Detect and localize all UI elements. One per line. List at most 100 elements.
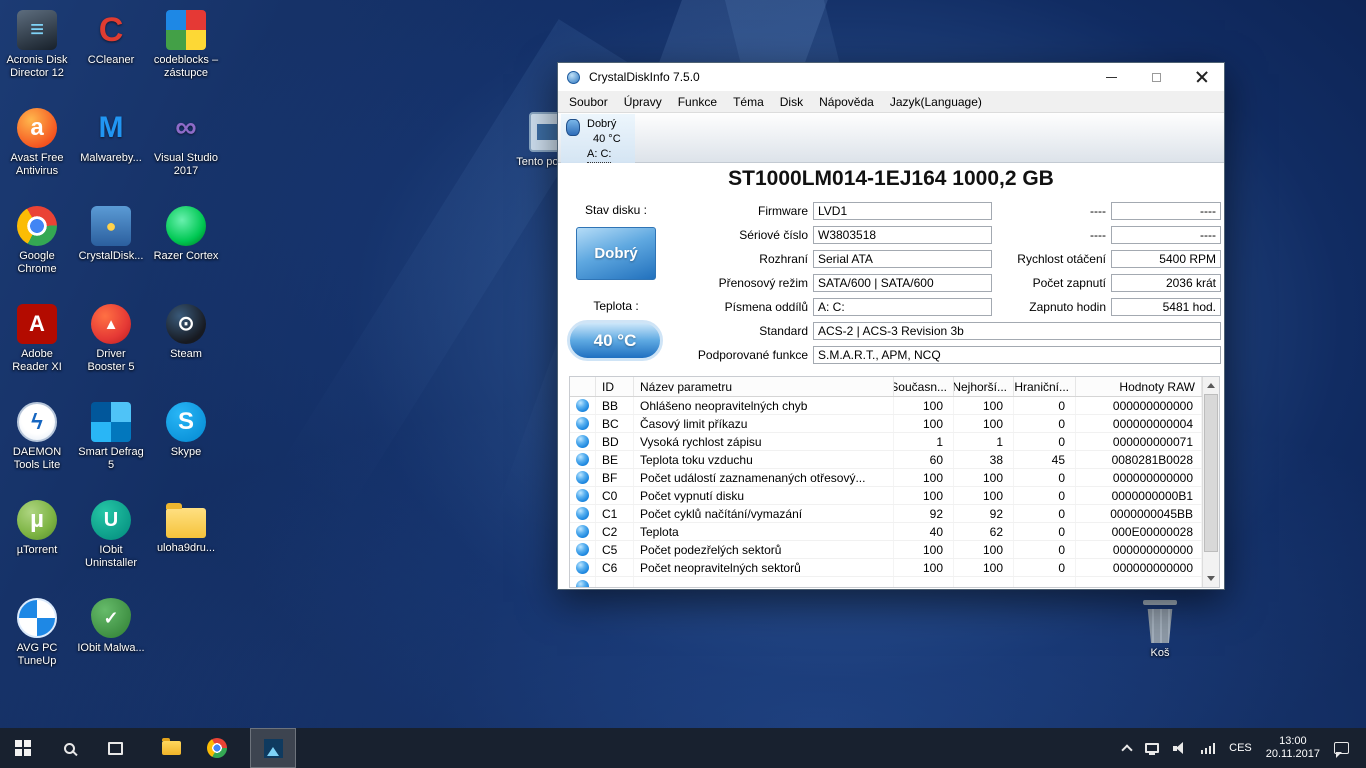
icon-acronis-disk-director[interactable]: ≡ Acronis Disk Director 12 (0, 4, 74, 102)
smart-table-row[interactable]: C0 Počet vypnutí disku 100 100 0 0000000… (570, 487, 1202, 505)
icon-codeblocks[interactable]: codeblocks – zástupce (149, 4, 223, 102)
header-worst[interactable]: Nejhorší... (954, 377, 1014, 396)
maximize-button[interactable] (1134, 63, 1179, 91)
vertical-scrollbar[interactable] (1202, 377, 1219, 587)
smart-table-row[interactable]: BE Teplota toku vzduchu 60 38 45 0080281… (570, 451, 1202, 469)
active-app-button[interactable] (250, 728, 296, 768)
cell-worst: 100 (954, 487, 1014, 504)
health-status-dot (576, 543, 589, 556)
icon-skype[interactable]: S Skype (149, 396, 223, 494)
field-label: Zapnuto hodin (992, 300, 1111, 314)
task-view-button[interactable] (92, 728, 138, 768)
smart-table-row[interactable]: C2 Teplota 40 62 0 000E00000028 (570, 523, 1202, 541)
scroll-down-button[interactable] (1203, 570, 1219, 587)
icon-malwarebytes[interactable]: M Malwareby... (74, 102, 148, 200)
smart-table-row[interactable]: C6 Počet neopravitelných sektorů 100 100… (570, 559, 1202, 577)
header-param[interactable]: Název parametru (634, 377, 894, 396)
smart-table-row[interactable]: BD Vysoká rychlost zápisu 1 1 0 00000000… (570, 433, 1202, 451)
drive-letters: A: C: (587, 147, 611, 163)
app-icon (91, 402, 131, 442)
cell-raw: 000000000071 (1076, 433, 1202, 450)
smart-table-row-partial (570, 577, 1202, 588)
health-status-dot (576, 561, 589, 574)
icon-avg-pc-tuneup[interactable]: AVG PC TuneUp (0, 592, 74, 690)
smart-table-row[interactable]: BF Počet událostí zaznamenaných otřesový… (570, 469, 1202, 487)
menu-napoveda[interactable]: Nápověda (811, 91, 882, 112)
language-indicator[interactable]: CES (1222, 728, 1259, 768)
chevron-up-icon (1121, 744, 1132, 755)
field-label: ---- (992, 204, 1111, 218)
menu-disk[interactable]: Disk (772, 91, 811, 112)
cell-param: Počet cyklů načítání/vymazání (634, 505, 894, 522)
desktop-icon-label: Visual Studio 2017 (149, 152, 223, 178)
scroll-up-button[interactable] (1203, 377, 1219, 394)
menu-upravy[interactable]: Úpravy (616, 91, 670, 112)
cell-current: 100 (894, 541, 954, 558)
smart-table-row[interactable]: C1 Počet cyklů načítání/vymazání 92 92 0… (570, 505, 1202, 523)
cell-worst: 100 (954, 469, 1014, 486)
app-icon (166, 508, 206, 538)
icon-visual-studio-2017[interactable]: ∞ Visual Studio 2017 (149, 102, 223, 200)
health-status-dot (576, 507, 589, 520)
icon-driver-booster-5[interactable]: ▲ Driver Booster 5 (74, 298, 148, 396)
smart-table-row[interactable]: C5 Počet podezřelých sektorů 100 100 0 0… (570, 541, 1202, 559)
icon-razer-cortex[interactable]: Razer Cortex (149, 200, 223, 298)
menu-soubor[interactable]: Soubor (561, 91, 616, 112)
scrollbar-thumb[interactable] (1204, 394, 1218, 552)
search-button[interactable] (46, 728, 92, 768)
title-bar[interactable]: CrystalDiskInfo 7.5.0 (558, 63, 1224, 91)
menu-jazyk[interactable]: Jazyk(Language) (882, 91, 990, 112)
icon-iobit-uninstaller[interactable]: U IObit Uninstaller (74, 494, 148, 592)
cell-worst: 100 (954, 559, 1014, 576)
file-explorer-button[interactable] (148, 728, 194, 768)
tray-expand-button[interactable] (1116, 728, 1138, 768)
icon-iobit-malware-fighter[interactable]: ✓ IObit Malwa... (74, 592, 148, 690)
menu-bar: Soubor Úpravy Funkce Téma Disk Nápověda … (558, 91, 1224, 113)
field-label: Rozhraní (558, 252, 813, 266)
start-button[interactable] (0, 728, 46, 768)
icon-uloha9dru-folder[interactable]: uloha9dru... (149, 494, 223, 592)
icon-ccleaner[interactable]: C CCleaner (74, 4, 148, 102)
active-app-icon (264, 739, 283, 758)
minimize-button[interactable] (1089, 63, 1134, 91)
desktop-icon-label: CCleaner (74, 54, 148, 67)
icon-crystaldiskinfo[interactable]: ● CrystalDisk... (74, 200, 148, 298)
desktop-icon-label: uloha9dru... (149, 542, 223, 555)
cell-param: Časový limit příkazu (634, 415, 894, 432)
icon-adobe-reader-xi[interactable]: A Adobe Reader XI (0, 298, 74, 396)
field-label: Firmware (558, 204, 813, 218)
icon-steam[interactable]: ⊙ Steam (149, 298, 223, 396)
field-label: Písmena oddílů (558, 300, 813, 314)
icon-google-chrome[interactable]: Google Chrome (0, 200, 74, 298)
cell-threshold: 0 (1014, 559, 1076, 576)
windows-logo-icon (15, 740, 31, 756)
icon-avast-free-antivirus[interactable]: a Avast Free Antivirus (0, 102, 74, 200)
header-raw[interactable]: Hodnoty RAW (1076, 377, 1202, 396)
action-center-button[interactable] (1327, 728, 1356, 768)
desktop-icon-label: CrystalDisk... (74, 250, 148, 263)
icon-smart-defrag-5[interactable]: Smart Defrag 5 (74, 396, 148, 494)
clock[interactable]: 13:00 20.11.2017 (1259, 728, 1327, 768)
chrome-taskbar-button[interactable] (194, 728, 240, 768)
menu-tema[interactable]: Téma (725, 91, 772, 112)
close-button[interactable] (1179, 63, 1224, 91)
app-icon: U (91, 500, 131, 540)
smart-table-row[interactable]: BC Časový limit příkazu 100 100 0 000000… (570, 415, 1202, 433)
header-threshold[interactable]: Hraniční... (1014, 377, 1076, 396)
header-current[interactable]: Současn... (894, 377, 954, 396)
recycle-bin[interactable]: Koš (1125, 600, 1195, 660)
signal-tray-button[interactable] (1194, 728, 1223, 768)
field-row: Zapnuto hodin 5481 hod. (992, 298, 1221, 316)
cell-threshold: 0 (1014, 505, 1076, 522)
smart-table-row[interactable]: BB Ohlášeno neopravitelných chyb 100 100… (570, 397, 1202, 415)
network-tray-button[interactable] (1138, 728, 1166, 768)
desktop-icon-column-3: codeblocks – zástupce ∞ Visual Studio 20… (149, 4, 223, 592)
icon-utorrent[interactable]: µ µTorrent (0, 494, 74, 592)
header-id[interactable]: ID (596, 377, 634, 396)
menu-funkce[interactable]: Funkce (670, 91, 725, 112)
health-status-dot (576, 525, 589, 538)
drive-tab-selected[interactable]: Dobrý 40 °C A: C: (561, 114, 635, 166)
volume-tray-button[interactable] (1166, 728, 1194, 768)
icon-daemon-tools-lite[interactable]: ϟ DAEMON Tools Lite (0, 396, 74, 494)
cell-id: C5 (596, 541, 634, 558)
